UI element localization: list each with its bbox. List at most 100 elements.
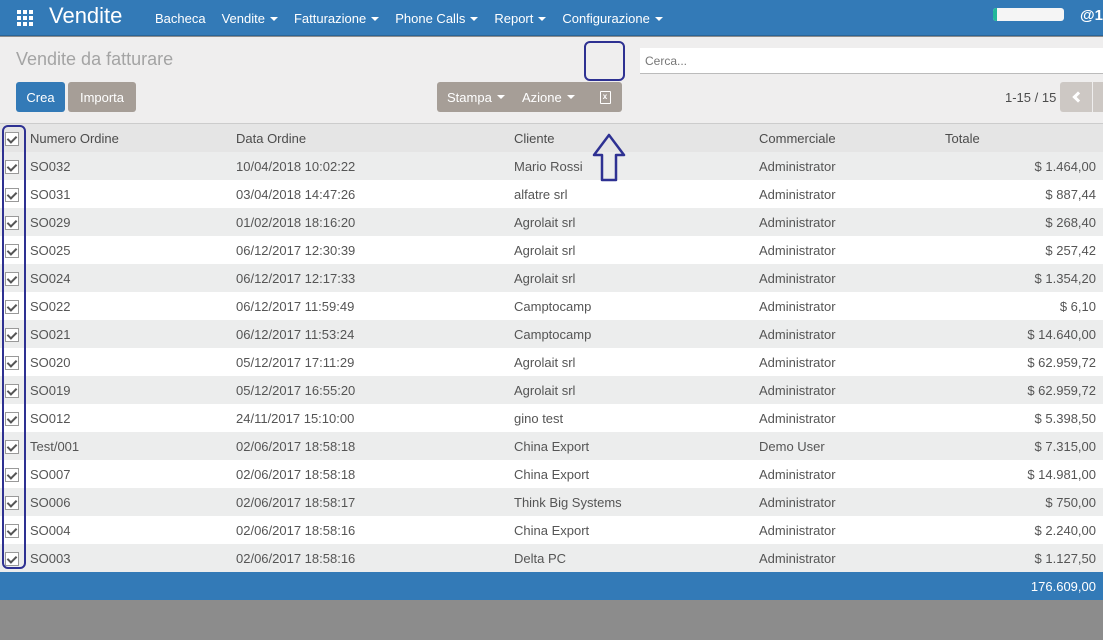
cell-client: Camptocamp xyxy=(508,320,753,348)
cell-salesperson: Administrator xyxy=(753,544,939,572)
cell-client: Camptocamp xyxy=(508,292,753,320)
cell-order-date: 10/04/2018 10:02:22 xyxy=(230,152,508,180)
footer-empty xyxy=(26,572,230,600)
cell-order-date: 06/12/2017 11:53:24 xyxy=(230,320,508,348)
cell-salesperson: Administrator xyxy=(753,264,939,292)
table-row[interactable]: SO021 06/12/2017 11:53:24 Camptocamp Admini… xyxy=(0,320,1103,348)
row-checkbox[interactable] xyxy=(5,299,19,314)
row-select-cell xyxy=(0,236,26,264)
cell-total: $ 62.959,72 xyxy=(939,348,1103,376)
header-data-ordine[interactable]: Data Ordine xyxy=(230,124,508,152)
table-row[interactable]: SO029 01/02/2018 18:16:20 Agrolait srl Admi… xyxy=(0,208,1103,236)
cell-salesperson: Administrator xyxy=(753,208,939,236)
row-select-cell xyxy=(0,432,26,460)
table-row[interactable]: SO006 02/06/2017 18:58:17 Think Big System… xyxy=(0,488,1103,516)
control-panel: Vendite da fatturare Crea Importa Stampa… xyxy=(0,37,1103,124)
row-checkbox[interactable] xyxy=(5,243,19,258)
menu-label: Bacheca xyxy=(155,10,206,26)
caret-down-icon xyxy=(371,17,380,22)
row-checkbox[interactable] xyxy=(5,215,19,230)
cell-order-number: SO025 xyxy=(26,236,230,264)
search-input[interactable] xyxy=(640,48,1103,74)
table-row[interactable]: Test/001 02/06/2017 18:58:18 China Export D… xyxy=(0,432,1103,460)
row-checkbox[interactable] xyxy=(5,439,19,454)
pager-value[interactable]: 1-15 / 15 xyxy=(1005,90,1056,105)
row-checkbox[interactable] xyxy=(5,159,19,174)
row-select-cell xyxy=(0,180,26,208)
print-dropdown-button[interactable]: Stampa xyxy=(437,82,512,112)
cell-salesperson: Administrator xyxy=(753,460,939,488)
apps-grid-icon[interactable] xyxy=(17,10,33,26)
header-totale[interactable]: Totale xyxy=(939,124,1103,152)
footer-total: 176.609,00 xyxy=(939,572,1103,600)
page-title: Vendite da fatturare xyxy=(16,49,174,69)
cell-order-number: SO024 xyxy=(26,264,230,292)
row-select-cell xyxy=(0,516,26,544)
table-row[interactable]: SO019 05/12/2017 16:55:20 Agrolait srl Admi… xyxy=(0,376,1103,404)
caret-down-icon xyxy=(538,17,547,22)
user-menu[interactable]: @1 xyxy=(1080,7,1103,24)
table-row[interactable]: SO024 06/12/2017 12:17:33 Agrolait srl Admi… xyxy=(0,264,1103,292)
row-checkbox[interactable] xyxy=(5,327,19,342)
action-dropdown-button[interactable]: Azione xyxy=(512,82,588,112)
table-row[interactable]: SO032 10/04/2018 10:02:22 Mario Rossi Admin… xyxy=(0,152,1103,180)
list-view: Numero Ordine Data Ordine Cliente Commer… xyxy=(0,124,1103,600)
table-row[interactable]: SO025 06/12/2017 12:30:39 Agrolait srl Admi… xyxy=(0,236,1103,264)
pager-previous-button[interactable] xyxy=(1060,82,1092,112)
header-commerciale[interactable]: Commerciale xyxy=(753,124,939,152)
cell-order-date: 06/12/2017 12:30:39 xyxy=(230,236,508,264)
main-menu: Bacheca Vendite Fatturazione Phone Calls… xyxy=(147,0,671,36)
cell-total: $ 14.640,00 xyxy=(939,320,1103,348)
row-checkbox[interactable] xyxy=(5,271,19,286)
cell-salesperson: Administrator xyxy=(753,180,939,208)
import-button[interactable]: Importa xyxy=(68,82,136,112)
select-all-checkbox[interactable] xyxy=(5,131,19,146)
pager-next-button[interactable] xyxy=(1093,82,1103,112)
row-checkbox[interactable] xyxy=(5,523,19,538)
cell-salesperson: Administrator xyxy=(753,376,939,404)
cell-total: $ 62.959,72 xyxy=(939,376,1103,404)
cell-total: $ 2.240,00 xyxy=(939,516,1103,544)
cell-order-date: 02/06/2017 18:58:16 xyxy=(230,544,508,572)
row-checkbox[interactable] xyxy=(5,383,19,398)
menu-item-configurazione[interactable]: Configurazione xyxy=(554,11,670,26)
table-row[interactable]: SO012 24/11/2017 15:10:00 gino test Adminis… xyxy=(0,404,1103,432)
table-row[interactable]: SO004 02/06/2017 18:58:16 China Export Admi… xyxy=(0,516,1103,544)
caret-down-icon xyxy=(269,17,278,22)
table-row[interactable]: SO031 03/04/2018 14:47:26 alfatre srl Admin… xyxy=(0,180,1103,208)
menu-item-report[interactable]: Report xyxy=(486,11,554,26)
menu-item-bacheca[interactable]: Bacheca xyxy=(147,11,214,26)
row-checkbox[interactable] xyxy=(5,187,19,202)
action-label: Azione xyxy=(522,89,562,105)
row-checkbox[interactable] xyxy=(5,551,19,566)
row-checkbox[interactable] xyxy=(5,467,19,482)
header-cliente[interactable]: Cliente xyxy=(508,124,753,152)
excel-export-icon: x xyxy=(599,90,611,104)
status-progress-bar[interactable] xyxy=(993,8,1064,21)
cell-order-number: SO021 xyxy=(26,320,230,348)
create-button[interactable]: Crea xyxy=(16,82,65,112)
row-checkbox[interactable] xyxy=(5,355,19,370)
cell-total: $ 1.464,00 xyxy=(939,152,1103,180)
cell-order-date: 02/06/2017 18:58:16 xyxy=(230,516,508,544)
menu-item-vendite[interactable]: Vendite xyxy=(214,11,286,26)
export-excel-button[interactable]: x xyxy=(588,82,622,112)
cell-order-date: 02/06/2017 18:58:17 xyxy=(230,488,508,516)
cell-order-number: SO031 xyxy=(26,180,230,208)
row-checkbox[interactable] xyxy=(5,495,19,510)
table-row[interactable]: SO020 05/12/2017 17:11:29 Agrolait srl Admi… xyxy=(0,348,1103,376)
cell-order-date: 05/12/2017 17:11:29 xyxy=(230,348,508,376)
table-row[interactable]: SO007 02/06/2017 18:58:18 China Export Admi… xyxy=(0,460,1103,488)
header-numero-ordine[interactable]: Numero Ordine xyxy=(26,124,230,152)
menu-item-fatturazione[interactable]: Fatturazione xyxy=(286,11,387,26)
cell-order-number: Test/001 xyxy=(26,432,230,460)
row-checkbox[interactable] xyxy=(5,411,19,426)
cell-client: China Export xyxy=(508,460,753,488)
table-footer-row: 176.609,00 xyxy=(0,572,1103,600)
cell-total: $ 7.315,00 xyxy=(939,432,1103,460)
table-row[interactable]: SO003 02/06/2017 18:58:16 Delta PC Administ… xyxy=(0,544,1103,572)
menu-label: Report xyxy=(494,10,534,26)
menu-item-phone-calls[interactable]: Phone Calls xyxy=(387,11,486,26)
table-row[interactable]: SO022 06/12/2017 11:59:49 Camptocamp Admini… xyxy=(0,292,1103,320)
cell-order-number: SO004 xyxy=(26,516,230,544)
